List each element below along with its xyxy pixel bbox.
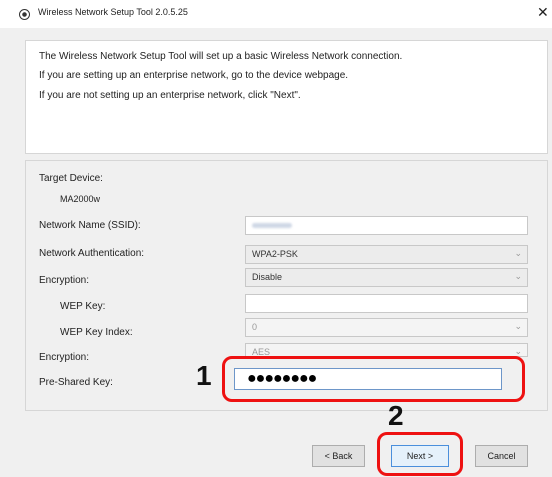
ssid-label: Network Name (SSID): bbox=[39, 220, 141, 231]
encryption2-label: Encryption: bbox=[39, 352, 90, 363]
wep-index-value: 0 bbox=[252, 322, 258, 332]
close-icon[interactable]: ✕ bbox=[537, 4, 549, 20]
setup-window: Wireless Network Setup Tool 2.0.5.25 ✕ T… bbox=[0, 0, 552, 477]
chevron-down-icon: ⌄ bbox=[514, 321, 522, 331]
auth-select[interactable]: WPA2-PSK ⌄ bbox=[245, 245, 528, 264]
ssid-value bbox=[252, 223, 292, 228]
wep-key-input[interactable] bbox=[245, 294, 528, 313]
step2-highlight bbox=[377, 432, 463, 476]
intro-panel: The Wireless Network Setup Tool will set… bbox=[25, 40, 548, 154]
target-device-label: Target Device: bbox=[39, 173, 103, 184]
intro-line-1: The Wireless Network Setup Tool will set… bbox=[39, 51, 403, 62]
auth-label: Network Authentication: bbox=[39, 248, 145, 259]
wep-key-label: WEP Key: bbox=[60, 301, 106, 312]
title-bar: Wireless Network Setup Tool 2.0.5.25 ✕ bbox=[0, 0, 552, 28]
chevron-down-icon: ⌄ bbox=[514, 271, 522, 281]
target-device-value: MA2000w bbox=[60, 194, 101, 204]
cancel-button[interactable]: Cancel bbox=[475, 445, 528, 467]
encryption2-select[interactable]: AES ⌄ bbox=[245, 343, 528, 357]
step1-number: 1 bbox=[196, 360, 212, 391]
wep-index-label: WEP Key Index: bbox=[60, 327, 133, 338]
chevron-down-icon: ⌄ bbox=[514, 248, 522, 258]
back-button[interactable]: < Back bbox=[312, 445, 365, 467]
intro-line-3: If you are not setting up an enterprise … bbox=[39, 90, 301, 101]
ssid-input[interactable] bbox=[245, 216, 528, 235]
step2-number: 2 bbox=[388, 400, 404, 431]
encryption-select[interactable]: Disable ⌄ bbox=[245, 268, 528, 287]
app-icon bbox=[19, 9, 30, 20]
encryption-label: Encryption: bbox=[39, 275, 90, 286]
auth-value: WPA2-PSK bbox=[252, 249, 298, 259]
wep-index-select[interactable]: 0 ⌄ bbox=[245, 318, 528, 337]
window-title: Wireless Network Setup Tool 2.0.5.25 bbox=[38, 7, 188, 17]
psk-label: Pre-Shared Key: bbox=[39, 377, 113, 388]
encryption-value: Disable bbox=[252, 272, 283, 282]
intro-line-2: If you are setting up an enterprise netw… bbox=[39, 70, 349, 81]
step1-highlight bbox=[222, 356, 525, 402]
